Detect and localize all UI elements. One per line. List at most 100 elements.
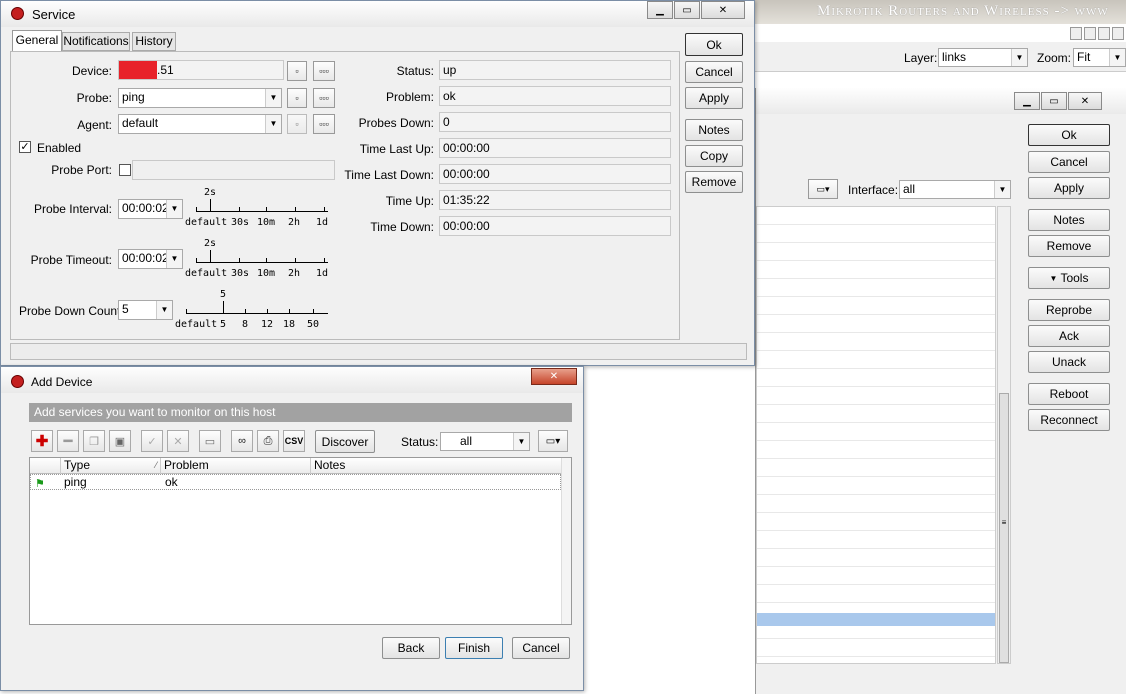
probe-interval-select[interactable]: 00:00:02 ▼ bbox=[118, 199, 183, 219]
tile-icon[interactable] bbox=[1112, 27, 1124, 40]
find-binoculars-icon[interactable]: ∞ bbox=[231, 430, 253, 452]
minimize-button[interactable]: ▁ bbox=[647, 1, 673, 19]
interface-select[interactable]: all ▼ bbox=[899, 180, 1011, 199]
probe-port-field[interactable] bbox=[132, 160, 335, 180]
probe-timeout-label: Probe Timeout: bbox=[30, 253, 112, 267]
cancel-button[interactable]: Cancel bbox=[685, 61, 743, 83]
tab-notifications[interactable]: Notifications bbox=[62, 32, 130, 51]
paste-icon[interactable]: ▣ bbox=[109, 430, 131, 452]
csv-export-icon[interactable]: CSV bbox=[283, 430, 305, 452]
device-apply-button[interactable]: Apply bbox=[1028, 177, 1110, 199]
columns-button[interactable]: ▭▾ bbox=[808, 179, 838, 199]
cancel-button[interactable]: Cancel bbox=[512, 637, 570, 659]
agent-select[interactable]: default ▼ bbox=[118, 114, 282, 134]
zoom-label: Zoom: bbox=[1037, 51, 1072, 65]
time-up-label: Time Up: bbox=[385, 194, 434, 208]
ok-button[interactable]: Ok bbox=[685, 33, 743, 56]
apply-button[interactable]: Apply bbox=[685, 87, 743, 109]
copy-button[interactable]: Copy bbox=[685, 145, 743, 167]
tick-label: 1d bbox=[316, 268, 329, 279]
device-unack-button[interactable]: Unack bbox=[1028, 351, 1110, 373]
probes-down-label: Probes Down: bbox=[358, 116, 434, 130]
chevron-down-icon: ▼ bbox=[265, 89, 281, 107]
close-button[interactable]: ✕ bbox=[531, 368, 577, 385]
device-tools-button[interactable]: ▼ Tools bbox=[1028, 267, 1110, 289]
discover-button[interactable]: Discover bbox=[315, 430, 375, 453]
slider-value: 5 bbox=[220, 289, 227, 300]
list-item-selected[interactable] bbox=[757, 613, 995, 626]
zoom-select[interactable]: Fit ▼ bbox=[1073, 48, 1126, 67]
probe-down-count-slider[interactable]: 5 default 5 8 12 18 50 bbox=[174, 288, 332, 332]
tab-history[interactable]: History bbox=[132, 32, 176, 51]
sort-icon: ⁄ bbox=[155, 460, 157, 470]
interface-list[interactable] bbox=[756, 206, 996, 664]
chevron-down-icon: ▼ bbox=[166, 250, 182, 268]
device-ok-button[interactable]: Ok bbox=[1028, 124, 1110, 146]
device-reprobe-button[interactable]: Reprobe bbox=[1028, 299, 1110, 321]
add-button[interactable]: ✚ bbox=[31, 430, 53, 452]
enabled-checkbox[interactable]: ✓ bbox=[19, 141, 31, 153]
flag-icon: ⚑ bbox=[35, 478, 45, 490]
service-statusbar bbox=[10, 343, 747, 360]
chevron-down-icon: ▼ bbox=[994, 181, 1010, 198]
tile-icon[interactable] bbox=[1070, 27, 1082, 40]
device-window: ▁ ▭ ✕ ▭▾ Interface: all ▼ ≡ Ok Cancel App… bbox=[755, 88, 1126, 694]
problem-label: Problem: bbox=[385, 90, 434, 104]
minimize-button[interactable]: ▁ bbox=[1014, 92, 1040, 110]
agent-select-button[interactable]: ▫ bbox=[287, 114, 307, 134]
column-header-notes[interactable]: Notes bbox=[311, 458, 561, 474]
probe-timeout-select[interactable]: 00:00:02 ▼ bbox=[118, 249, 183, 269]
device-more-button[interactable]: ▫▫▫ bbox=[313, 61, 335, 81]
probe-select-button[interactable]: ▫ bbox=[287, 88, 307, 108]
tile-icon[interactable] bbox=[1084, 27, 1096, 40]
back-button[interactable]: Back bbox=[382, 637, 440, 659]
layer-select[interactable]: links ▼ bbox=[938, 48, 1028, 67]
close-button[interactable]: ✕ bbox=[701, 1, 745, 19]
device-field[interactable]: .51 bbox=[118, 60, 284, 80]
notes-button[interactable]: Notes bbox=[685, 119, 743, 141]
chevron-down-icon: ▼ bbox=[166, 200, 182, 218]
copy-icon[interactable]: ❐ bbox=[83, 430, 105, 452]
table-row[interactable]: ⚑ ping ok bbox=[30, 474, 561, 490]
print-icon[interactable]: ⎙ bbox=[257, 430, 279, 452]
vertical-scrollbar[interactable]: ≡ bbox=[997, 206, 1011, 664]
close-button[interactable]: ✕ bbox=[1068, 92, 1102, 110]
remove-button[interactable]: ━ bbox=[57, 430, 79, 452]
device-remove-button[interactable]: Remove bbox=[1028, 235, 1110, 257]
device-reboot-button[interactable]: Reboot bbox=[1028, 383, 1110, 405]
maximize-button[interactable]: ▭ bbox=[674, 1, 700, 19]
disable-icon[interactable]: ✕ bbox=[167, 430, 189, 452]
status-filter-select[interactable]: all ▼ bbox=[440, 432, 530, 451]
table-scrollbar[interactable] bbox=[561, 458, 571, 624]
device-notes-button[interactable]: Notes bbox=[1028, 209, 1110, 231]
probe-down-count-select[interactable]: 5 ▼ bbox=[118, 300, 173, 320]
status-label: Status: bbox=[396, 64, 434, 78]
device-select-button[interactable]: ▫ bbox=[287, 61, 307, 81]
comment-icon[interactable]: ▭ bbox=[199, 430, 221, 452]
chevron-down-icon: ▼ bbox=[1109, 49, 1125, 66]
device-cancel-button[interactable]: Cancel bbox=[1028, 151, 1110, 173]
enable-icon[interactable]: ✓ bbox=[141, 430, 163, 452]
column-header-type[interactable]: Type ⁄ bbox=[61, 458, 161, 474]
probe-interval-slider[interactable]: 2s default 30s 10m 2h 1d bbox=[184, 186, 332, 230]
probe-select[interactable]: ping ▼ bbox=[118, 88, 282, 108]
tick-label: default bbox=[175, 319, 218, 330]
maximize-button[interactable]: ▭ bbox=[1041, 92, 1067, 110]
columns-button[interactable]: ▭▾ bbox=[538, 430, 568, 452]
row-problem: ok bbox=[165, 475, 178, 489]
finish-button[interactable]: Finish bbox=[445, 637, 503, 659]
remove-button[interactable]: Remove bbox=[685, 171, 743, 193]
device-ack-button[interactable]: Ack bbox=[1028, 325, 1110, 347]
scrollbar-thumb[interactable]: ≡ bbox=[999, 393, 1009, 663]
agent-more-button[interactable]: ▫▫▫ bbox=[313, 114, 335, 134]
tab-general[interactable]: General bbox=[12, 30, 62, 51]
add-device-titlebar: Add Device ✕ bbox=[1, 367, 583, 393]
tick-label: 8 bbox=[242, 319, 249, 330]
probe-port-checkbox[interactable] bbox=[119, 164, 131, 176]
column-header-problem[interactable]: Problem bbox=[161, 458, 311, 474]
probe-more-button[interactable]: ▫▫▫ bbox=[313, 88, 335, 108]
tile-icon[interactable] bbox=[1098, 27, 1110, 40]
problem-value: ok bbox=[439, 86, 671, 106]
device-reconnect-button[interactable]: Reconnect bbox=[1028, 409, 1110, 431]
probe-timeout-slider[interactable]: 2s default 30s 10m 2h 1d bbox=[184, 237, 332, 281]
